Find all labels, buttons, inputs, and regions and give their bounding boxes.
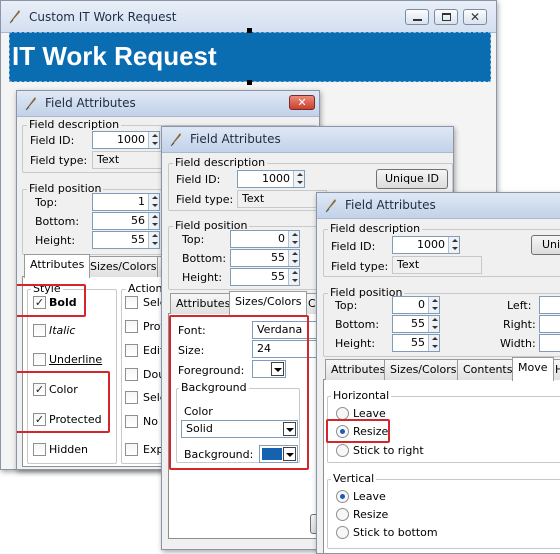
dialog2-title: Field Attributes [190,132,281,146]
action-checkbox[interactable] [125,391,138,404]
height-label: Height: [335,337,376,350]
unique-id-button[interactable]: Unic [531,235,560,255]
bottom-input[interactable]: 55 [392,315,440,333]
action-checkbox[interactable] [125,415,138,428]
banner-title: IT Work Request [12,41,217,71]
action-checkbox[interactable] [125,443,138,456]
tab-contents[interactable]: Contents [457,359,519,380]
tab-sizes-colors[interactable]: Sizes/Colors [384,359,463,380]
hidden-checkbox[interactable] [33,443,46,456]
right-input[interactable] [539,315,560,333]
horizontal-stick-radio[interactable] [336,444,349,457]
left-label: Left: [507,299,532,312]
maximize-button[interactable] [434,9,458,25]
height-label: Height: [35,234,76,247]
height-label: Height: [182,271,223,284]
horizontal-label: Horizontal [331,389,392,402]
dialog3-title: Field Attributes [345,198,436,212]
dialog2-titlebar[interactable]: Field Attributes [162,127,453,153]
action-label: Action [126,282,165,295]
banner[interactable]: IT Work Request [9,32,491,82]
tab-attributes[interactable]: Attributes [325,359,392,380]
action-checkbox[interactable] [125,344,138,357]
bottom-label: Bottom: [182,252,227,265]
app-feather-icon [9,10,20,24]
highlight-color-protected [17,371,110,433]
top-label: Top: [35,196,58,209]
field-id-input[interactable]: 1000 [92,131,160,149]
tab-attributes[interactable]: Attributes [24,254,91,278]
highlight-resize [326,419,390,443]
width-label: Width: [500,337,536,350]
bottom-input[interactable]: 56 [92,212,160,230]
highlight-sizes-colors [169,315,309,470]
feather-icon [170,133,181,147]
bottom-label: Bottom: [335,318,380,331]
horizontal-stick-label: Stick to right [353,444,424,457]
field-id-label: Field ID: [30,134,75,147]
field-type-label: Field type: [30,154,88,167]
action-checkbox[interactable] [125,296,138,309]
field-type-value: Text [237,190,327,208]
dialog3-titlebar[interactable]: Field Attributes [317,193,560,219]
field-id-label: Field ID: [176,173,221,186]
field-id-input[interactable]: 1000 [237,170,305,188]
field-id-label: Field ID: [331,240,376,253]
bottom-label: Bottom: [35,215,80,228]
top-input[interactable]: 1 [92,193,160,211]
underline-label: Underline [49,353,103,366]
tab-sizes-colors[interactable]: Sizes/Colors [84,256,163,277]
close-button[interactable]: ✕ [463,9,487,25]
field-description-label: Field description [173,156,268,169]
unique-id-button[interactable]: Unique ID [376,169,448,189]
underline-checkbox[interactable] [33,353,46,366]
feather-icon [325,199,336,213]
highlight-bold [17,284,86,317]
dialog1-close-button[interactable]: ✕ [289,95,315,110]
vertical-leave-label: Leave [353,490,386,503]
vertical-resize-radio[interactable] [336,508,349,521]
spin-buttons[interactable] [148,132,159,148]
field-type-label: Field type: [331,260,389,273]
field-id-input[interactable]: 1000 [392,236,460,254]
top-label: Top: [182,233,205,246]
italic-checkbox[interactable] [33,324,46,337]
vertical-leave-radio[interactable] [336,490,349,503]
field-description-label: Field description [27,118,122,131]
height-input[interactable]: 55 [392,334,440,352]
left-input[interactable] [539,296,560,314]
hidden-label: Hidden [49,443,89,456]
height-input[interactable]: 55 [230,268,300,286]
dialog1-titlebar[interactable]: Field Attributes ✕ [17,91,319,117]
vertical-stick-label: Stick to bottom [353,526,438,539]
feather-icon [25,97,36,111]
vertical-stick-radio[interactable] [336,526,349,539]
field-type-label: Field type: [176,193,234,206]
banner-handle [247,28,252,33]
top-label: Top: [335,299,358,312]
italic-label: Italic [49,324,76,337]
right-label: Right: [503,318,536,331]
dialog1-title: Field Attributes [45,96,136,110]
banner-handle [247,80,252,85]
height-input[interactable]: 55 [92,231,160,249]
action-checkbox[interactable] [125,368,138,381]
minimize-button[interactable] [405,9,429,25]
tab-sizes-colors[interactable]: Sizes/Colors [229,291,308,315]
vertical-label: Vertical [331,472,377,485]
action-checkbox[interactable] [125,320,138,333]
field-attributes-dialog-3: Field Attributes Field description Field… [316,192,560,554]
main-window-title: Custom IT Work Request [29,10,177,24]
top-input[interactable]: 0 [230,230,300,248]
vertical-resize-label: Resize [353,508,389,521]
tab-attributes[interactable]: Attributes [170,293,237,314]
field-type-value: Text [392,256,482,274]
tab-move[interactable]: Move [512,357,554,381]
width-input[interactable] [539,334,560,352]
bottom-input[interactable]: 55 [230,249,300,267]
top-input[interactable]: 0 [392,296,440,314]
field-description-label: Field description [328,222,423,235]
